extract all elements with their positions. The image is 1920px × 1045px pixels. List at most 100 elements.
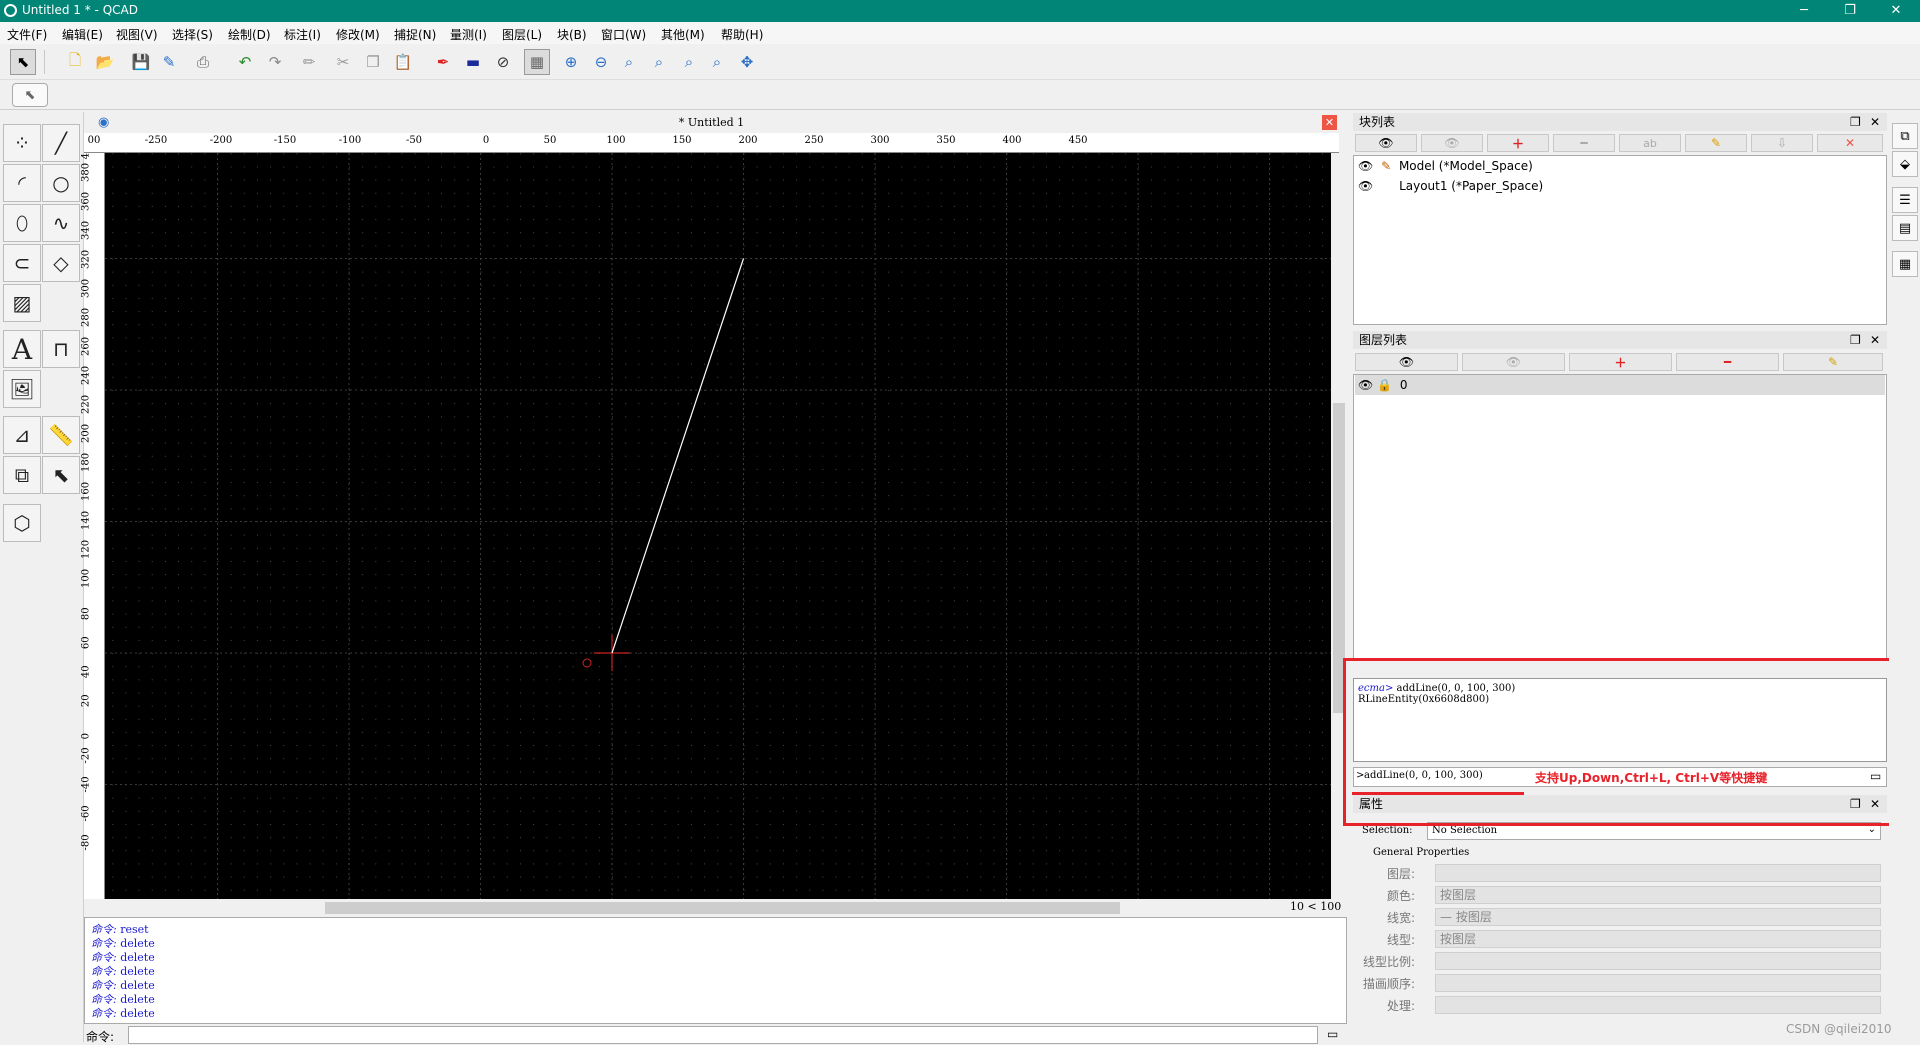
grid-dot: [125, 192, 127, 194]
grid-dot: [1164, 350, 1166, 352]
paste-icon[interactable]: 📋: [390, 49, 416, 75]
undo-icon[interactable]: ↶: [232, 49, 258, 75]
pencil-icon[interactable]: ✏: [296, 49, 322, 75]
menu-file[interactable]: 文件(F): [7, 26, 47, 43]
menu-block[interactable]: 块(B): [557, 26, 587, 43]
zoom-in-icon[interactable]: ⊕: [558, 49, 584, 75]
grid-dot: [1124, 442, 1126, 444]
menu-modify[interactable]: 修改(M): [336, 26, 380, 43]
dimension-tool-icon[interactable]: ⊓: [42, 330, 80, 368]
grid-dot: [638, 666, 640, 668]
shapes-tool-icon[interactable]: ◇: [42, 244, 80, 282]
grid-dot: [493, 705, 495, 707]
menu-misc[interactable]: 其他(M): [661, 26, 705, 43]
zoom-previous-icon[interactable]: ⌕: [646, 49, 672, 75]
grid-dot: [888, 258, 890, 260]
restore-button[interactable]: ❐: [1827, 0, 1873, 22]
background-color-icon[interactable]: ▬: [460, 49, 486, 75]
grid-dot: [704, 311, 706, 313]
grid-dot: [1032, 534, 1034, 536]
grid-dot: [980, 666, 982, 668]
grid-dot: [454, 705, 456, 707]
pen-icon[interactable]: ✒: [430, 49, 456, 75]
select-pointer-icon[interactable]: ⬉: [10, 49, 36, 75]
close-window-button[interactable]: ✕: [1873, 0, 1919, 22]
grid-dot: [467, 521, 469, 523]
zoom-out-icon[interactable]: ⊖: [588, 49, 614, 75]
menu-help[interactable]: 帮助(H): [721, 26, 763, 43]
grid-dot: [585, 311, 587, 313]
grid-dot: [1085, 192, 1087, 194]
line-tool-icon[interactable]: ╱: [42, 124, 80, 162]
block-tool-icon[interactable]: ⧉: [3, 456, 41, 494]
3d-tool-icon[interactable]: ⬡: [3, 504, 41, 542]
grid-dot: [322, 534, 324, 536]
grid-dot: [546, 416, 548, 418]
menu-window[interactable]: 窗口(W): [601, 26, 646, 43]
grid-dot: [1203, 232, 1205, 234]
close-document-icon[interactable]: ✕: [1322, 115, 1337, 130]
select-options-icon[interactable]: ⬉: [12, 83, 48, 107]
modify-tool-icon[interactable]: ⊿: [3, 416, 41, 454]
grid-dot: [967, 810, 969, 812]
menu-snap[interactable]: 捕捉(N): [394, 26, 436, 43]
minimize-button[interactable]: ─: [1781, 0, 1827, 22]
drawing-svg[interactable]: [105, 153, 1331, 899]
pan-icon[interactable]: ✥: [734, 49, 760, 75]
zoom-selection-icon[interactable]: ⌕: [676, 49, 702, 75]
save-as-icon[interactable]: ✎: [156, 49, 182, 75]
polyline-tool-icon[interactable]: ⊂: [3, 244, 41, 282]
image-tool-icon[interactable]: 🖼: [3, 370, 41, 408]
text-tool-icon[interactable]: A: [3, 330, 41, 368]
drawing-canvas[interactable]: [105, 153, 1331, 899]
grid-dot: [664, 889, 666, 891]
grid-dot: [1072, 718, 1074, 720]
grid-dot: [953, 363, 955, 365]
new-file-icon[interactable]: 🗋: [62, 49, 88, 75]
grid-dot: [112, 363, 114, 365]
cut-icon[interactable]: ✂: [330, 49, 356, 75]
menu-view[interactable]: 视图(V): [116, 26, 158, 43]
redo-icon[interactable]: ↷: [262, 49, 288, 75]
menu-draw[interactable]: 绘制(D): [228, 26, 271, 43]
menu-dimension[interactable]: 标注(I): [284, 26, 321, 43]
grid-dot: [809, 245, 811, 247]
grid-dot: [375, 271, 377, 273]
grid-dot: [1098, 705, 1100, 707]
circle-tool-icon[interactable]: ○: [42, 164, 80, 202]
grid-dot: [296, 639, 298, 641]
grid-dot: [940, 429, 942, 431]
grid-dot: [690, 324, 692, 326]
grid-dot: [769, 429, 771, 431]
select-tool-icon[interactable]: ⬉: [42, 456, 80, 494]
zoom-auto-icon[interactable]: ⌕: [616, 49, 642, 75]
menu-layer[interactable]: 图层(L): [502, 26, 542, 43]
no-color-icon[interactable]: ⊘: [490, 49, 516, 75]
point-tool-icon[interactable]: ⁘: [3, 124, 41, 162]
ellipse-tool-icon[interactable]: ⬯: [3, 204, 41, 242]
grid-dot: [467, 745, 469, 747]
grid-dot: [1151, 442, 1153, 444]
grid-dot: [953, 758, 955, 760]
spline-tool-icon[interactable]: ∿: [42, 204, 80, 242]
grid-icon[interactable]: ▦: [524, 49, 550, 75]
measure-tool-icon[interactable]: 📏: [42, 416, 80, 454]
print-icon[interactable]: ⎙: [190, 49, 216, 75]
menu-edit[interactable]: 编辑(E): [62, 26, 103, 43]
menu-select[interactable]: 选择(S): [172, 26, 213, 43]
zoom-window-icon[interactable]: ⌕: [704, 49, 730, 75]
grid-dot: [1138, 666, 1139, 668]
grid-dot: [375, 731, 377, 733]
copy-icon[interactable]: ❐: [360, 49, 386, 75]
open-file-icon[interactable]: 📂: [92, 49, 118, 75]
save-icon[interactable]: 💾: [128, 49, 154, 75]
hatch-tool-icon[interactable]: ▨: [3, 284, 41, 322]
grid-dot: [1190, 508, 1192, 510]
grid-dot: [796, 745, 798, 747]
grid-dot: [375, 297, 377, 299]
grid-dot: [519, 639, 521, 641]
arc-tool-icon[interactable]: ◜: [3, 164, 41, 202]
grid-dot: [730, 837, 732, 839]
menu-measure[interactable]: 量测(I): [450, 26, 487, 43]
grid-dot: [546, 179, 548, 181]
